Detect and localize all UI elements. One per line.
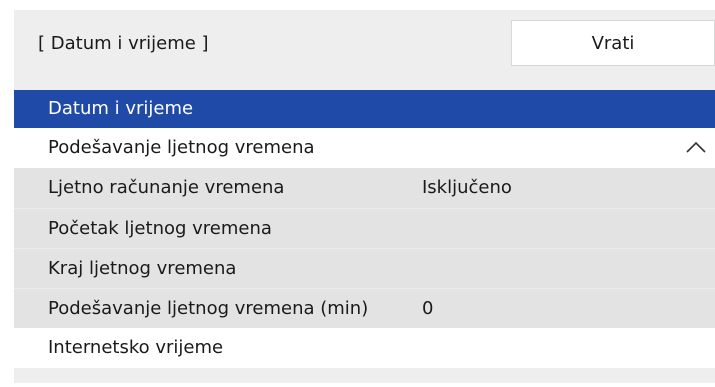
settings-panel: [ Datum i vrijeme ] Vrati Datum i vrijem… xyxy=(14,10,715,383)
menu-item-label: Internetsko vrijeme xyxy=(48,337,224,358)
menu-item-dst-settings[interactable]: Podešavanje ljetnog vremena xyxy=(14,128,715,168)
menu-item-dst-end[interactable]: Kraj ljetnog vremena xyxy=(14,248,715,288)
menu-item-label: Ljetno računanje vremena xyxy=(48,177,285,198)
menu-item-dst[interactable]: Ljetno računanje vremena Isključeno xyxy=(14,168,715,208)
menu-item-label: Kraj ljetnog vremena xyxy=(48,258,237,279)
menu-item-label: Početak ljetnog vremena xyxy=(48,218,272,239)
page-title: [ Datum i vrijeme ] xyxy=(38,33,209,54)
chevron-up-icon xyxy=(686,141,706,153)
menu-item-value: 0 xyxy=(422,298,434,319)
menu-item-internet-time[interactable]: Internetsko vrijeme xyxy=(14,328,715,368)
menu-item-label: Datum i vrijeme xyxy=(48,98,194,119)
menu-item-dst-start[interactable]: Početak ljetnog vremena xyxy=(14,208,715,248)
menu-list: Datum i vrijeme Podešavanje ljetnog vrem… xyxy=(14,90,715,368)
menu-item-date-time[interactable]: Datum i vrijeme xyxy=(14,90,715,128)
menu-item-dst-adjustment[interactable]: Podešavanje ljetnog vremena (min) 0 xyxy=(14,288,715,328)
menu-item-value: Isključeno xyxy=(422,177,512,198)
menu-item-label: Podešavanje ljetnog vremena xyxy=(48,137,315,158)
panel-header: [ Datum i vrijeme ] Vrati xyxy=(14,10,715,72)
back-button[interactable]: Vrati xyxy=(511,20,715,66)
menu-item-label: Podešavanje ljetnog vremena (min) xyxy=(48,298,369,319)
